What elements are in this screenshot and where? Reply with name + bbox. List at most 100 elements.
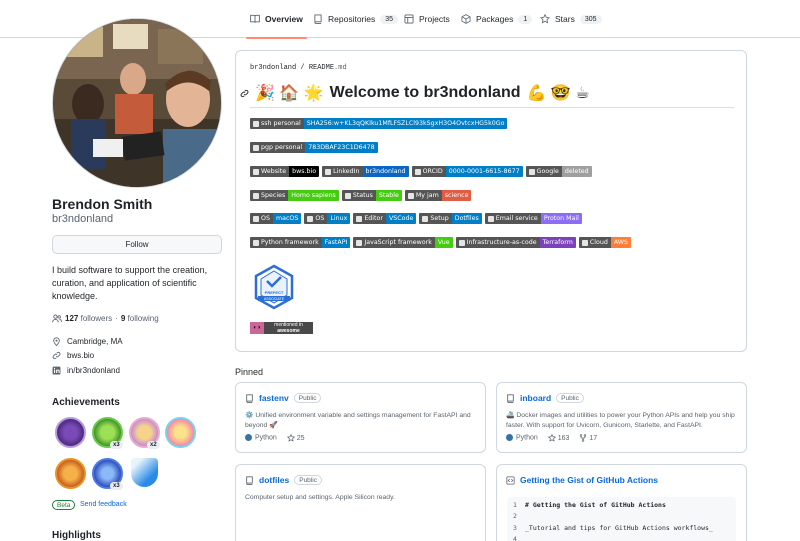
followers-link[interactable]: 127 followers [65, 314, 112, 323]
line-number: 2 [513, 512, 517, 520]
shield-badge[interactable]: Cloud AWS [578, 237, 632, 248]
shield-label: pgp personal [250, 142, 306, 153]
visibility-badge: Public [294, 475, 322, 485]
repo-count: 35 [380, 14, 399, 24]
line-number: 1 [513, 501, 517, 509]
shield-label: Species [250, 190, 289, 201]
shield-badge[interactable]: Status Stable [341, 190, 402, 201]
shield-value: br3ndonland [362, 166, 409, 177]
shield-badge[interactable]: OS Linux [304, 213, 351, 224]
followers-count: 127 [65, 314, 79, 323]
repo-meta: Python 25 [245, 433, 305, 442]
repo-icon [246, 475, 253, 485]
tab-overview[interactable]: Overview [246, 0, 307, 39]
following-link[interactable]: 9 following [121, 314, 159, 323]
shield-badge[interactable]: OS macOS [250, 213, 302, 224]
shield-value: Linux [327, 213, 351, 224]
awesome-badge[interactable]: ◐◑ mentioned in awesome [250, 322, 313, 334]
badge-logo-icon [414, 168, 421, 175]
shield-badge[interactable]: JavaScript framework Vue [353, 237, 453, 248]
shield-label: OS [250, 213, 273, 224]
code-line: _Tutorial and tips for GitHub Actions wo… [525, 524, 713, 532]
readme-owner-link[interactable]: br3ndonland [250, 64, 296, 72]
shield-value: macOS [272, 213, 302, 224]
highlights-title: Highlights [52, 530, 101, 541]
shield-label: ORCID [411, 166, 446, 177]
repo-icon [314, 14, 322, 24]
forks-link[interactable]: 17 [579, 434, 597, 442]
follow-button[interactable]: Follow [52, 235, 222, 254]
shield-badge[interactable]: My jam science [404, 190, 472, 201]
shield-badge[interactable]: LinkedIn br3ndonland [322, 166, 409, 177]
shield-label: Email service [484, 213, 541, 224]
shield-badge[interactable]: Species Homo sapiens [250, 190, 339, 201]
tab-repositories[interactable]: Repositories 35 [313, 0, 399, 38]
tab-projects[interactable]: Projects [404, 0, 450, 38]
shield-badge[interactable]: Setup Dotfiles [419, 213, 482, 224]
repo-link[interactable]: fastenv [259, 393, 289, 403]
readme-file: README [308, 64, 335, 72]
website-link[interactable]: bws.bio [67, 351, 94, 360]
repo-link[interactable]: dotfiles [259, 475, 289, 485]
shield-badge[interactable]: Email service Proton Mail [484, 213, 582, 224]
beta-badge: Beta [52, 500, 76, 510]
shield-label-text: OS [315, 215, 325, 222]
shield-label: ssh personal [250, 118, 304, 129]
stars-link[interactable]: 163 [547, 433, 569, 442]
readme-breadcrumb: br3ndonland / README.md [250, 64, 347, 72]
avatar[interactable] [52, 18, 222, 188]
tab-stars[interactable]: Stars 305 [540, 0, 602, 38]
language: Python [506, 434, 538, 442]
achievement-badge[interactable] [165, 417, 196, 448]
badge-logo-icon [253, 192, 259, 199]
package-icon [461, 14, 471, 24]
shield-label-text: Cloud [589, 239, 608, 246]
shield-badge[interactable]: ORCID 0000-0001-6615-8677 [411, 166, 523, 177]
achievement-badge[interactable] [131, 458, 158, 487]
star-icon [547, 433, 556, 442]
prefect-certification-badge[interactable]: PREFECT ASSOCIATE [252, 264, 296, 310]
badge-logo-icon [344, 192, 351, 199]
tab-label: Projects [419, 14, 450, 24]
shield-badge[interactable]: pgp personal 783DBAF23C1D6478 [250, 142, 378, 153]
shield-value: 0000-0001-6615-8677 [445, 166, 523, 177]
shield-value: science [441, 190, 472, 201]
shield-value: VSCode [385, 213, 417, 224]
shield-badge[interactable]: ssh personal SHA256:w+KL3qQKIku1MfLFSZLCl… [250, 118, 508, 129]
linkedin-icon [52, 366, 61, 375]
gist-link[interactable]: Getting the Gist of GitHub Actions [520, 475, 658, 485]
send-feedback-link[interactable]: Send feedback [80, 501, 127, 508]
tab-label: Overview [265, 14, 303, 24]
badge-logo-icon [253, 168, 259, 175]
tab-packages[interactable]: Packages 1 [461, 0, 533, 38]
linkedin-link[interactable]: in/br3ndonland [67, 366, 120, 375]
shield-badge[interactable]: Website bws.bio [250, 166, 320, 177]
shield-label: Status [341, 190, 376, 201]
linkedin-row: in/br3ndonland [52, 366, 120, 375]
breadcrumb-separator: / [300, 64, 305, 72]
shield-label: Python framework [250, 237, 322, 248]
badge-logo-icon [325, 168, 332, 175]
shield-label-text: LinkedIn [333, 168, 360, 175]
stars-link[interactable]: 25 [286, 433, 305, 442]
repo-description: Computer setup and settings. Apple Silic… [245, 494, 395, 501]
profile-bio: I build software to support the creation… [52, 265, 208, 301]
achievement-badge[interactable] [55, 417, 86, 448]
badge-logo-icon [356, 239, 363, 246]
shield-value: Vue [434, 237, 453, 248]
achievements-title: Achievements [52, 397, 120, 408]
shield-badge[interactable]: Infrastructure-as-code Terraform [455, 237, 576, 248]
shield-value: deleted [561, 166, 592, 177]
shield-badge[interactable]: Editor VSCode [353, 213, 417, 224]
link-icon [52, 351, 61, 360]
achievement-count: x3 [110, 482, 123, 490]
shield-label: OS [304, 213, 328, 224]
repo-link[interactable]: inboard [520, 393, 551, 403]
achievement-badge[interactable] [55, 458, 86, 489]
shield-badge[interactable]: Google deleted [525, 166, 592, 177]
anchor-link-icon[interactable] [240, 89, 249, 98]
avatar-photo [53, 19, 221, 187]
shield-badge[interactable]: Python framework FastAPI [250, 237, 351, 248]
follow-stats: 127 followers · 9 following [52, 314, 159, 323]
tab-label: Stars [555, 14, 575, 24]
